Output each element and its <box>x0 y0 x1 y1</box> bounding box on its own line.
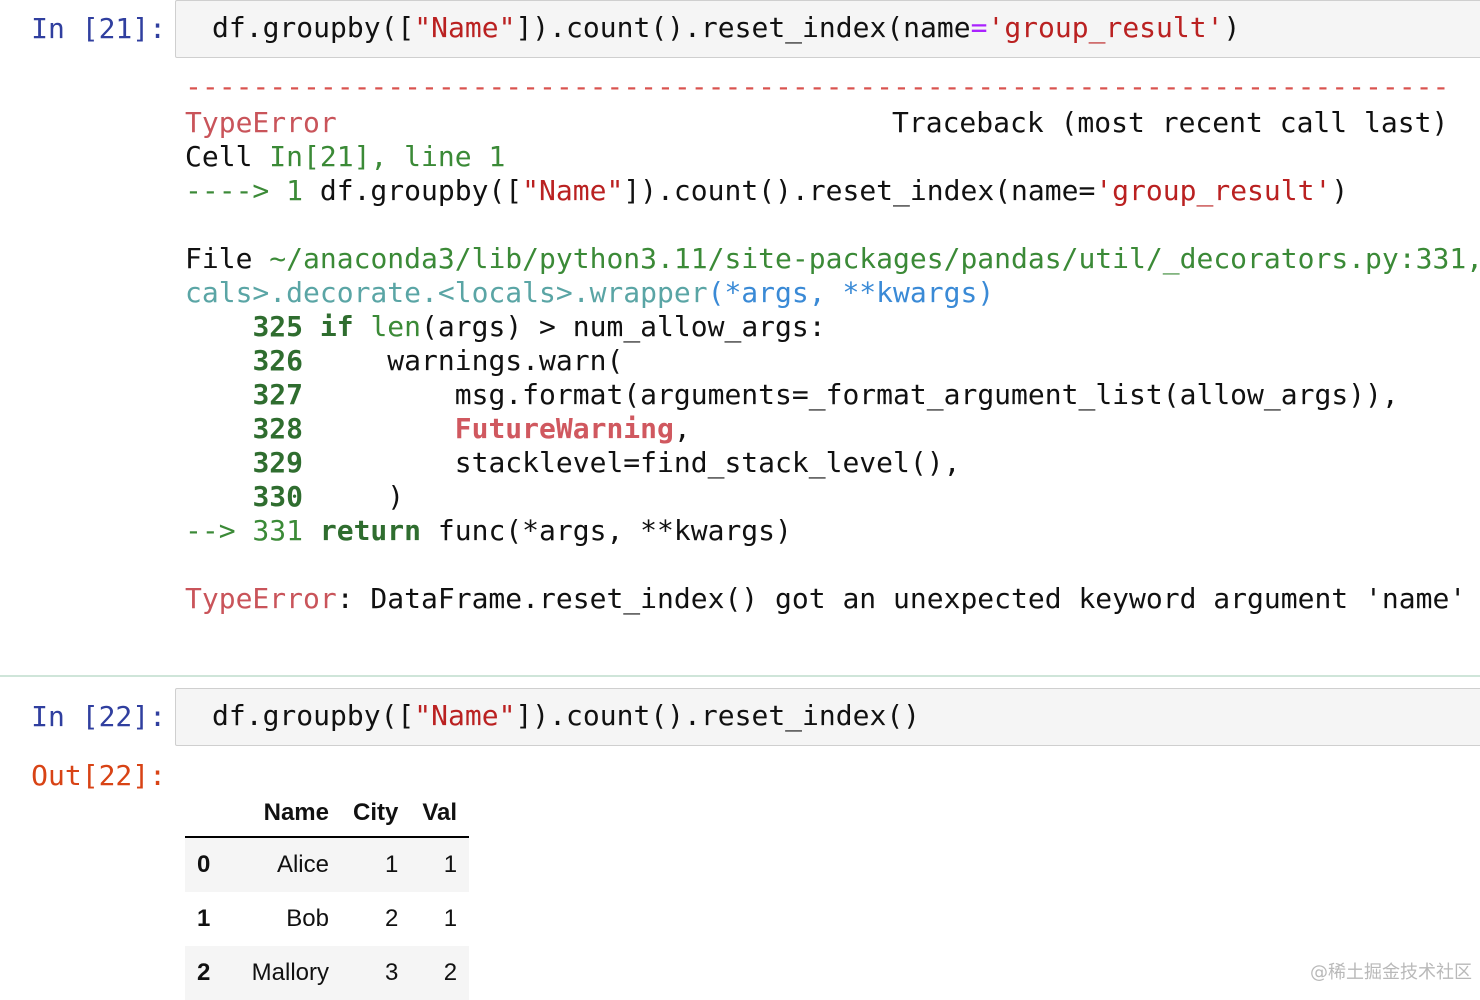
code-text: func(*args, **kwargs) <box>421 514 792 547</box>
code-text: df.groupby([ <box>212 699 415 732</box>
code-text: msg.format(arguments=_format_argument_li… <box>303 378 1399 411</box>
line-number: 328 <box>252 412 304 445</box>
code-text: ]).count().reset_index(name= <box>623 174 1096 207</box>
cell-22-code[interactable]: df.groupby(["Name"]).count().reset_index… <box>212 699 920 733</box>
cell-21-prompt: In [21]: <box>31 12 166 45</box>
code-text: ) <box>303 480 405 513</box>
dataframe-output: Name City Val 0 Alice 1 1 1 Bob 2 1 2 Ma… <box>185 790 470 1000</box>
traceback-cell-line: Cell In[21], line 1 <box>185 140 505 174</box>
cell-22-input[interactable]: df.groupby(["Name"]).count().reset_index… <box>175 688 1480 746</box>
index-header <box>185 790 239 838</box>
table-cell: 3 <box>384 959 399 986</box>
code-string: 'group_result' <box>1095 174 1332 207</box>
row-index: 2 <box>197 959 211 986</box>
cell-label: Cell <box>185 140 270 173</box>
table-cell: 2 <box>443 959 458 986</box>
cell-21-code[interactable]: df.groupby(["Name"]).count().reset_index… <box>212 11 1240 45</box>
table-row: 0 Alice 1 1 <box>185 837 470 892</box>
column-header-val: Val <box>410 790 470 838</box>
table-cell: 1 <box>443 851 458 878</box>
table-cell: Alice <box>276 851 329 878</box>
source-line-327: 327 msg.format(arguments=_format_argumen… <box>185 378 1399 412</box>
code-operator: = <box>970 11 988 44</box>
code-string: 'group_result' <box>987 11 1224 44</box>
exception-name: FutureWarning <box>454 412 674 445</box>
file-path: ~/anaconda3/lib/python3.11/site-packages… <box>269 242 1480 275</box>
source-line-328: 328 FutureWarning, <box>185 412 691 446</box>
arrow-marker: ----> 1 <box>185 174 320 207</box>
code-text: ) <box>1331 174 1349 207</box>
code-text: stacklevel=find_stack_level(), <box>303 446 961 479</box>
source-line-326: 326 warnings.warn( <box>185 344 623 378</box>
column-header-name: Name <box>239 790 341 838</box>
keyword: return <box>319 514 422 547</box>
builtin: len <box>353 310 422 343</box>
arrow-marker: --> 331 <box>185 514 320 547</box>
cell-separator <box>0 675 1480 677</box>
dataframe-table: Name City Val 0 Alice 1 1 1 Bob 2 1 2 Ma… <box>185 790 470 1000</box>
row-index: 0 <box>197 851 211 878</box>
code-string: "Name" <box>414 11 516 44</box>
code-string: "Name" <box>522 174 624 207</box>
column-header-city: City <box>341 790 411 838</box>
code-text: (args) > num_allow_args: <box>421 310 826 343</box>
cell-21-input[interactable]: df.groupby(["Name"]).count().reset_index… <box>175 0 1480 58</box>
frame-name: cals>.decorate.<locals>.wrapper <box>185 276 708 309</box>
code-text: warnings.warn( <box>303 344 624 377</box>
line-number: 327 <box>252 378 304 411</box>
traceback-arrow-line: ----> 1 df.groupby(["Name"]).count().res… <box>185 174 1348 208</box>
code-text: df.groupby([ <box>319 174 523 207</box>
table-row: 1 Bob 2 1 <box>185 892 469 946</box>
source-line-330: 330 ) <box>185 480 404 514</box>
code-text: ]).count().reset_index(name <box>515 11 971 44</box>
line-number: 329 <box>252 446 304 479</box>
file-label: File <box>185 242 270 275</box>
error-type: TypeError <box>185 106 337 139</box>
watermark: @稀土掘金技术社区 <box>1310 962 1472 983</box>
error-message: TypeError: DataFrame.reset_index() got a… <box>185 582 1466 616</box>
source-line-325: 325 if len(args) > num_allow_args: <box>185 310 826 344</box>
code-string: "Name" <box>414 699 516 732</box>
frame-args: (*args, **kwargs) <box>707 276 995 309</box>
table-cell: 1 <box>384 851 399 878</box>
line-number: 326 <box>252 344 304 377</box>
error-type: TypeError <box>185 582 337 615</box>
error-text: : DataFrame.reset_index() got an unexpec… <box>336 582 1467 615</box>
code-text: , <box>673 412 691 445</box>
source-line-329: 329 stacklevel=find_stack_level(), <box>185 446 960 480</box>
table-cell: 1 <box>443 905 458 932</box>
code-text: ) <box>1223 11 1241 44</box>
traceback-separator: ----------------------------------------… <box>185 70 1448 103</box>
traceback-frame-line: cals>.decorate.<locals>.wrapper(*args, *… <box>185 276 994 310</box>
cell-ref: In[21], line 1 <box>269 140 506 173</box>
cell-22-prompt: In [22]: <box>31 700 166 733</box>
line-number: 330 <box>252 480 304 513</box>
traceback-header: TypeError <box>185 106 337 140</box>
keyword: if <box>303 310 354 343</box>
table-row: 2 Mallory 3 2 <box>185 946 470 1000</box>
traceback-label: Traceback (most recent call last) <box>892 106 1449 139</box>
cell-22-out-prompt: Out[22]: <box>31 759 166 792</box>
line-number: 325 <box>252 310 304 343</box>
table-cell: 2 <box>384 905 399 932</box>
code-text: df.groupby([ <box>212 11 415 44</box>
row-index: 1 <box>197 905 211 932</box>
source-line-331: --> 331 return func(*args, **kwargs) <box>185 514 792 548</box>
code-text: ]).count().reset_index() <box>515 699 921 732</box>
table-header-row: Name City Val <box>185 790 470 838</box>
traceback-file-line: File ~/anaconda3/lib/python3.11/site-pac… <box>185 242 1480 276</box>
table-cell: Mallory <box>251 959 329 986</box>
table-cell: Bob <box>286 905 329 932</box>
